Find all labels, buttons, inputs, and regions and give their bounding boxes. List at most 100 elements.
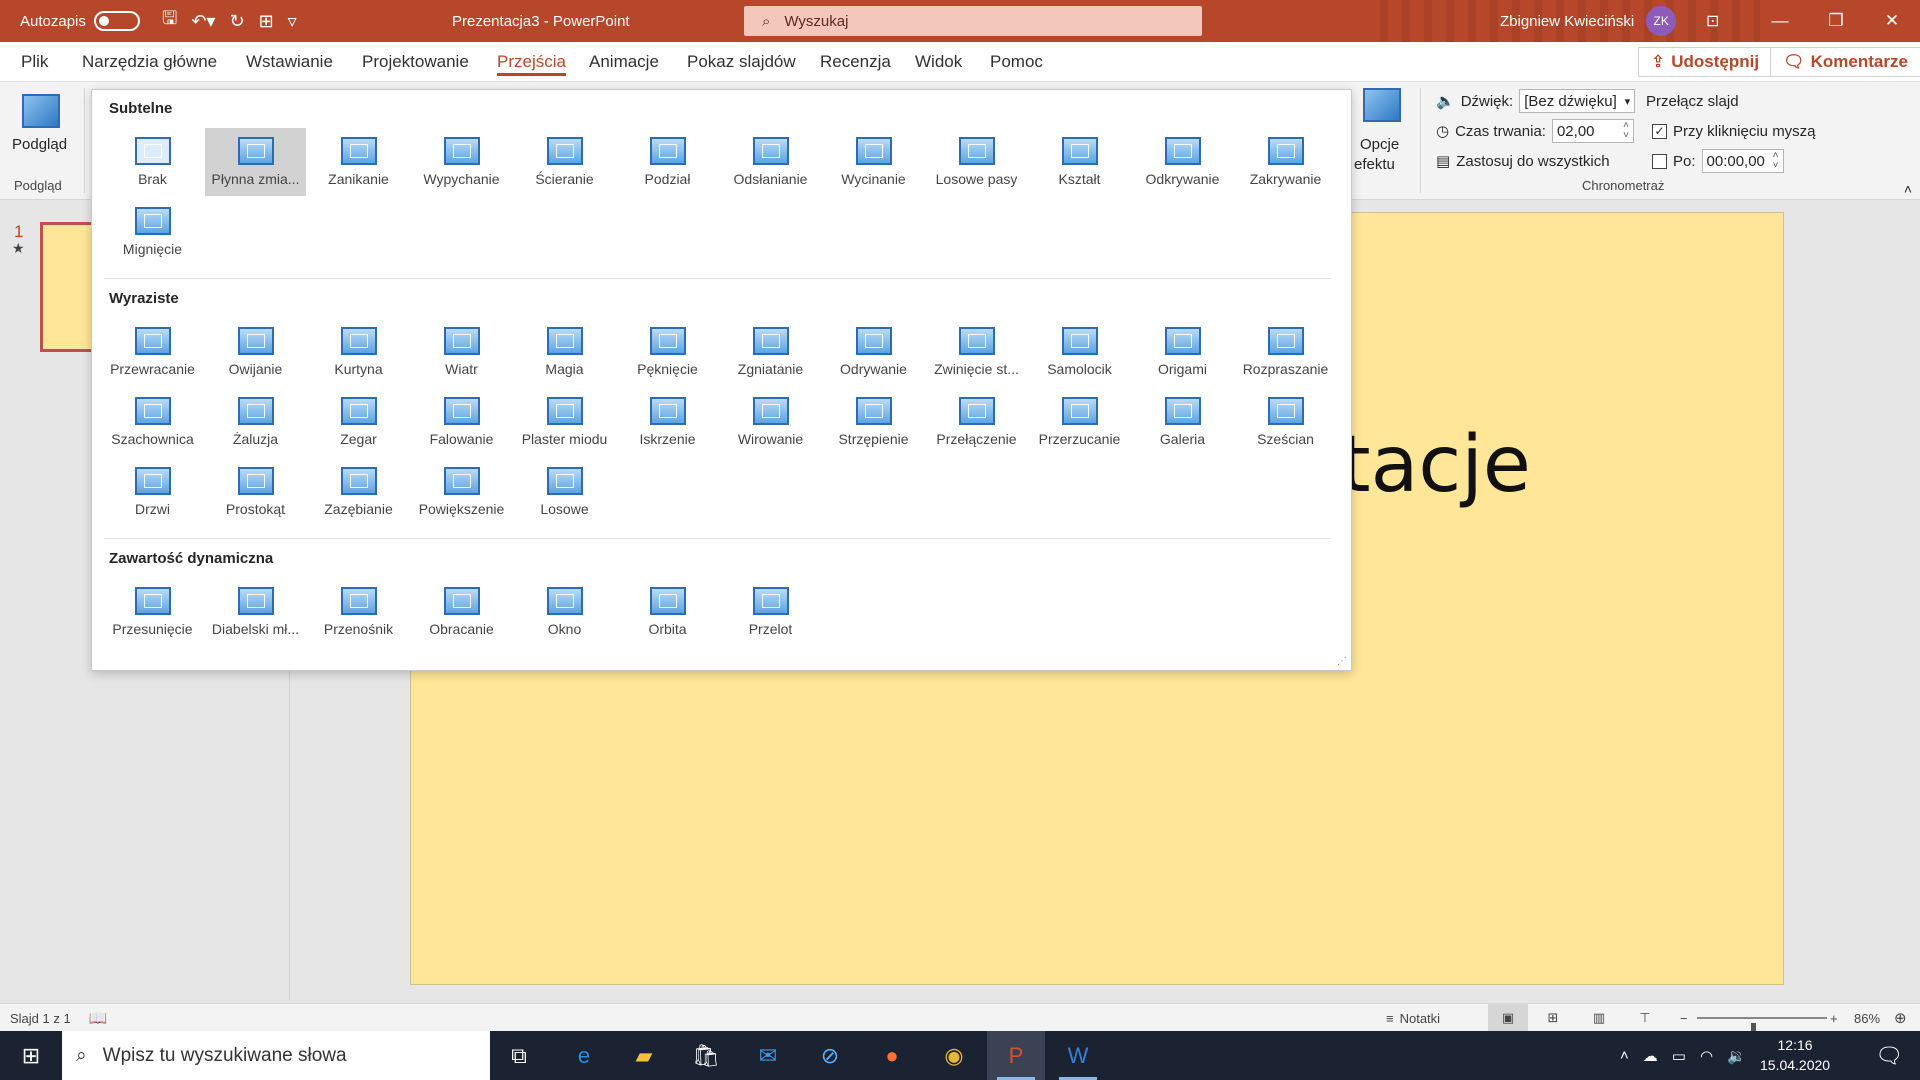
volume-icon[interactable]: 🔉: [1727, 1047, 1746, 1065]
tab-recenzja[interactable]: Recenzja: [820, 42, 891, 82]
edge-icon[interactable]: e: [555, 1031, 613, 1080]
transition-falowanie[interactable]: Falowanie: [411, 388, 512, 456]
tab-narzedzia-glowne[interactable]: Narzędzia główne: [82, 42, 217, 82]
minimize-icon[interactable]: —: [1752, 11, 1808, 31]
zoom-in-icon[interactable]: +: [1830, 1004, 1838, 1032]
transition-odrywanie[interactable]: Odrywanie: [823, 318, 924, 386]
battery-icon[interactable]: ▭: [1672, 1047, 1686, 1065]
tab-animacje[interactable]: Animacje: [589, 42, 659, 82]
transition-brak[interactable]: Brak: [102, 128, 203, 196]
transition-obracanie[interactable]: Obracanie: [411, 578, 512, 646]
undo-icon[interactable]: ↶▾: [191, 11, 215, 32]
after-spinner[interactable]: ˄ ˅: [1773, 151, 1779, 171]
transition-odslanianie[interactable]: Odsłanianie: [720, 128, 821, 196]
transition-scieranie[interactable]: Ścieranie: [514, 128, 615, 196]
taskbar-search[interactable]: ⌕ Wpisz tu wyszukiwane słowa: [62, 1031, 490, 1080]
autosave-toggle[interactable]: [93, 11, 140, 31]
tab-przejscia[interactable]: Przejścia: [497, 42, 566, 82]
comments-button[interactable]: 🗨 Komentarze: [1770, 47, 1920, 77]
mail-icon[interactable]: ✉: [739, 1031, 797, 1080]
transition-diabelski-ml[interactable]: Diabelski mł...: [205, 578, 306, 646]
transition-wirowanie[interactable]: Wirowanie: [720, 388, 821, 456]
transition-origami[interactable]: Origami: [1132, 318, 1233, 386]
normal-view-icon[interactable]: ▣: [1488, 1004, 1528, 1032]
transition-szachownica[interactable]: Szachownica: [102, 388, 203, 456]
transition-zazebianie[interactable]: Zazębianie: [308, 458, 409, 526]
transition-zanikanie[interactable]: Zanikanie: [308, 128, 409, 196]
transition-odkrywanie[interactable]: Odkrywanie: [1132, 128, 1233, 196]
autosave-control[interactable]: Autozapis: [20, 0, 140, 42]
slide-title-text[interactable]: tacje: [1340, 420, 1531, 510]
tab-pokaz-slajdow[interactable]: Pokaz slajdów: [687, 42, 796, 82]
transition-przerzucanie[interactable]: Przerzucanie: [1029, 388, 1130, 456]
redo-icon[interactable]: ↻: [229, 11, 244, 32]
windows-start-icon[interactable]: ⊞: [0, 1031, 62, 1080]
sound-select[interactable]: [Bez dźwięku] ▾: [1519, 89, 1636, 113]
transition-drzwi[interactable]: Drzwi: [102, 458, 203, 526]
on-click-checkbox[interactable]: ✓: [1652, 123, 1667, 139]
transition-wycinanie[interactable]: Wycinanie: [823, 128, 924, 196]
transition-zaluzja[interactable]: Żaluzja: [205, 388, 306, 456]
chrome-icon[interactable]: ◉: [925, 1031, 983, 1080]
preview-button[interactable]: Podgląd: [8, 88, 72, 158]
transition-zakrywanie[interactable]: Zakrywanie: [1235, 128, 1336, 196]
word-icon[interactable]: W: [1049, 1031, 1107, 1080]
share-button[interactable]: ⇪ Udostępnij: [1638, 47, 1773, 77]
transition-orbita[interactable]: Orbita: [617, 578, 718, 646]
transition-przesuniecie[interactable]: Przesunięcie: [102, 578, 203, 646]
search-box[interactable]: ⌕ Wyszukaj: [744, 6, 1202, 36]
firefox-icon[interactable]: ●: [863, 1031, 921, 1080]
wifi-icon[interactable]: ◠: [1700, 1047, 1713, 1065]
transition-kurtyna[interactable]: Kurtyna: [308, 318, 409, 386]
notes-button[interactable]: ≡ Notatki: [1386, 1004, 1440, 1032]
transition-losowe[interactable]: Losowe: [514, 458, 615, 526]
customize-qat-icon[interactable]: ▿: [288, 11, 297, 32]
transition-powiekszenie[interactable]: Powiększenie: [411, 458, 512, 526]
cloud-icon[interactable]: ☁: [1643, 1047, 1658, 1065]
transition-przelaczenie[interactable]: Przełączenie: [926, 388, 1027, 456]
transition-wiatr[interactable]: Wiatr: [411, 318, 512, 386]
accessibility-icon[interactable]: 📖: [89, 1009, 108, 1027]
transition-rozpraszanie[interactable]: Rozpraszanie: [1235, 318, 1336, 386]
collapse-ribbon-icon[interactable]: ˄: [1904, 181, 1912, 197]
slide-sorter-icon[interactable]: ⊞: [1538, 1004, 1568, 1032]
on-click-option[interactable]: ✓ Przy kliknięciu myszą: [1652, 118, 1816, 144]
transition-plynna-zmia[interactable]: Płynna zmia...: [205, 128, 306, 196]
after-option[interactable]: Po: 00:00,00 ˄ ˅: [1652, 148, 1784, 174]
restore-icon[interactable]: ❐: [1808, 11, 1864, 31]
taskbar-clock[interactable]: 12:16 15.04.2020: [1760, 1035, 1830, 1075]
tab-widok[interactable]: Widok: [915, 42, 962, 82]
save-icon[interactable]: 🖫: [162, 6, 177, 36]
transition-plaster-miodu[interactable]: Plaster miodu: [514, 388, 615, 456]
app-icon[interactable]: ⊘: [801, 1031, 859, 1080]
transition-migniecie[interactable]: Mignięcie: [102, 198, 203, 266]
transition-owijanie[interactable]: Owijanie: [205, 318, 306, 386]
tray-chevron-icon[interactable]: ˄: [1620, 1047, 1629, 1064]
transition-podzial[interactable]: Podział: [617, 128, 718, 196]
zoom-out-icon[interactable]: −: [1680, 1004, 1688, 1032]
store-icon[interactable]: 🛍: [677, 1031, 735, 1080]
transition-przenosnik[interactable]: Przenośnik: [308, 578, 409, 646]
transition-okno[interactable]: Okno: [514, 578, 615, 646]
tab-plik[interactable]: Plik: [21, 42, 48, 82]
zoom-slider[interactable]: [1697, 1017, 1827, 1039]
transition-szescian[interactable]: Sześcian: [1235, 388, 1336, 456]
transition-przewracanie[interactable]: Przewracanie: [102, 318, 203, 386]
fit-to-window-icon[interactable]: ⊕: [1894, 1004, 1907, 1032]
transition-zwiniecie-st[interactable]: Zwinięcie st...: [926, 318, 1027, 386]
apply-all-button[interactable]: ▤ Zastosuj do wszystkich: [1436, 148, 1610, 174]
transition-samolocik[interactable]: Samolocik: [1029, 318, 1130, 386]
tab-projektowanie[interactable]: Projektowanie: [362, 42, 469, 82]
reading-view-icon[interactable]: ▥: [1584, 1004, 1614, 1032]
user-account[interactable]: Zbigniew Kwieciński ZK: [1500, 0, 1677, 42]
transition-wypychanie[interactable]: Wypychanie: [411, 128, 512, 196]
transition-zegar[interactable]: Zegar: [308, 388, 409, 456]
task-view-icon[interactable]: ⧉: [490, 1031, 548, 1080]
transition-iskrzenie[interactable]: Iskrzenie: [617, 388, 718, 456]
transition-losowe-pasy[interactable]: Losowe pasy: [926, 128, 1027, 196]
slideshow-icon[interactable]: ⊤: [1630, 1004, 1660, 1032]
notifications-icon[interactable]: 🗨: [1858, 1031, 1920, 1080]
transition-zgniatanie[interactable]: Zgniatanie: [720, 318, 821, 386]
transition-galeria[interactable]: Galeria: [1132, 388, 1233, 456]
transition-pekniecie[interactable]: Pęknięcie: [617, 318, 718, 386]
